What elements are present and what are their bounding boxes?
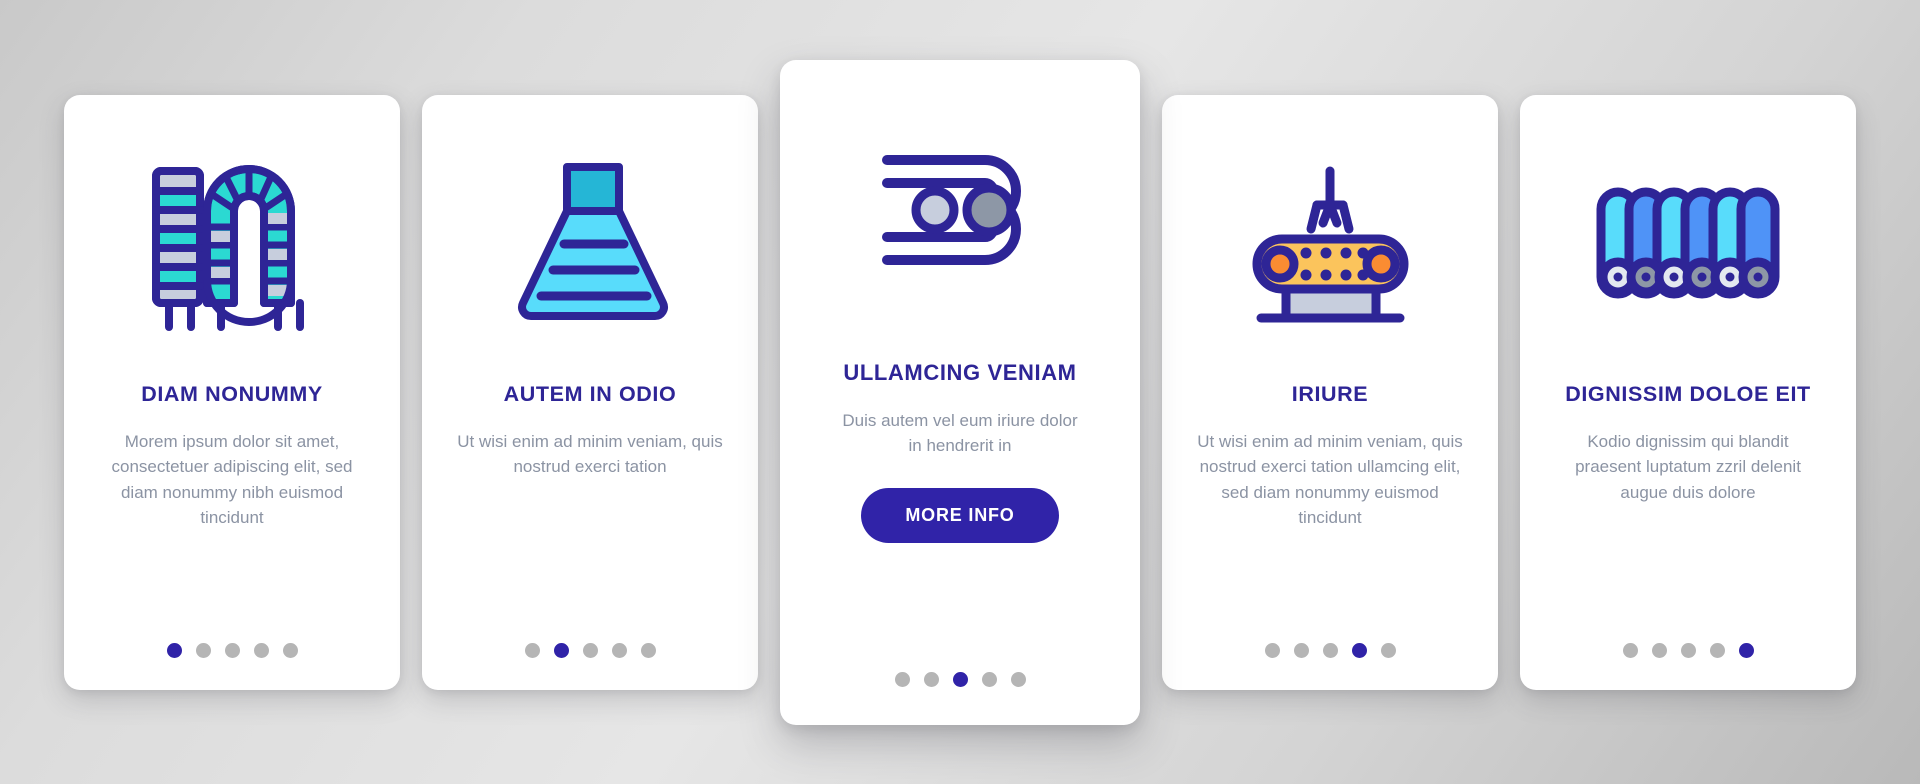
pagination-dot[interactable] xyxy=(981,671,997,687)
pagination-dot[interactable] xyxy=(1651,642,1667,658)
pagination-dot[interactable] xyxy=(195,642,211,658)
pagination-dot[interactable] xyxy=(1264,642,1280,658)
pagination-dot[interactable] xyxy=(1680,642,1696,658)
pagination-dot[interactable] xyxy=(253,642,269,658)
card-body-text: Ut wisi enim ad minim veniam, quis nostr… xyxy=(457,432,723,477)
onboarding-card-3-featured[interactable]: ULLAMCING VENIAM Duis autem vel eum iriu… xyxy=(780,59,1140,725)
pagination-dot[interactable] xyxy=(1010,671,1026,687)
pagination-dot[interactable] xyxy=(166,642,182,658)
pagination-dot[interactable] xyxy=(582,642,598,658)
pagination-dots xyxy=(524,642,656,662)
onboarding-card-1[interactable]: DIAM NONUMMY Morem ipsum dolor sit amet,… xyxy=(64,94,400,690)
pagination-dot[interactable] xyxy=(1322,642,1338,658)
card-body-text: Duis autem vel eum iriure dolor in hendr… xyxy=(842,410,1078,456)
card-body-text: Morem ipsum dolor sit amet, consectetuer… xyxy=(111,432,353,527)
pagination-dot[interactable] xyxy=(1622,642,1638,658)
pagination-dot[interactable] xyxy=(1293,642,1309,658)
onboarding-card-5[interactable]: DIGNISSIM DOLOE EIT Kodio dignissim qui … xyxy=(1520,94,1856,690)
pagination-dot[interactable] xyxy=(1380,642,1396,658)
card-body-text: Kodio dignissim qui blandit praesent lup… xyxy=(1575,432,1801,502)
pagination-dot[interactable] xyxy=(282,642,298,658)
conveyor-claw-icon xyxy=(1188,150,1472,340)
cards-row: DIAM NONUMMY Morem ipsum dolor sit amet,… xyxy=(0,0,1920,784)
card-title: DIGNISSIM DOLOE EIT xyxy=(1565,381,1811,406)
pagination-dot[interactable] xyxy=(1738,642,1754,658)
pagination-dot[interactable] xyxy=(923,671,939,687)
belt-loop-rollers-icon xyxy=(810,122,1110,322)
card-title: AUTEM IN ODIO xyxy=(503,381,677,406)
pagination-dots xyxy=(166,642,298,662)
pagination-dot[interactable] xyxy=(611,642,627,658)
onboarding-screens-stage: DIAM NONUMMY Morem ipsum dolor sit amet,… xyxy=(0,0,1920,784)
card-title: DIAM NONUMMY xyxy=(141,381,323,406)
pagination-dot[interactable] xyxy=(1709,642,1725,658)
pagination-dot[interactable] xyxy=(224,642,240,658)
card-title: IRIURE xyxy=(1291,381,1369,406)
onboarding-card-2[interactable]: AUTEM IN ODIO Ut wisi enim ad minim veni… xyxy=(422,94,758,690)
pagination-dots xyxy=(894,671,1026,691)
more-info-button[interactable]: MORE INFO xyxy=(861,488,1059,544)
pagination-dot[interactable] xyxy=(524,642,540,658)
pagination-dot[interactable] xyxy=(952,671,968,687)
coil-spring-icon xyxy=(90,150,374,340)
card-body-text: Ut wisi enim ad minim veniam, quis nostr… xyxy=(1197,432,1463,527)
pagination-dot[interactable] xyxy=(553,642,569,658)
onboarding-card-4[interactable]: IRIURE Ut wisi enim ad minim veniam, qui… xyxy=(1162,94,1498,690)
pagination-dot[interactable] xyxy=(894,671,910,687)
card-title: ULLAMCING VENIAM xyxy=(843,359,1077,385)
pagination-dots xyxy=(1622,642,1754,662)
pagination-dot[interactable] xyxy=(1351,642,1367,658)
roller-bank-icon xyxy=(1546,150,1830,340)
pagination-dot[interactable] xyxy=(640,642,656,658)
funnel-hopper-icon xyxy=(448,150,732,340)
pagination-dots xyxy=(1264,642,1396,662)
